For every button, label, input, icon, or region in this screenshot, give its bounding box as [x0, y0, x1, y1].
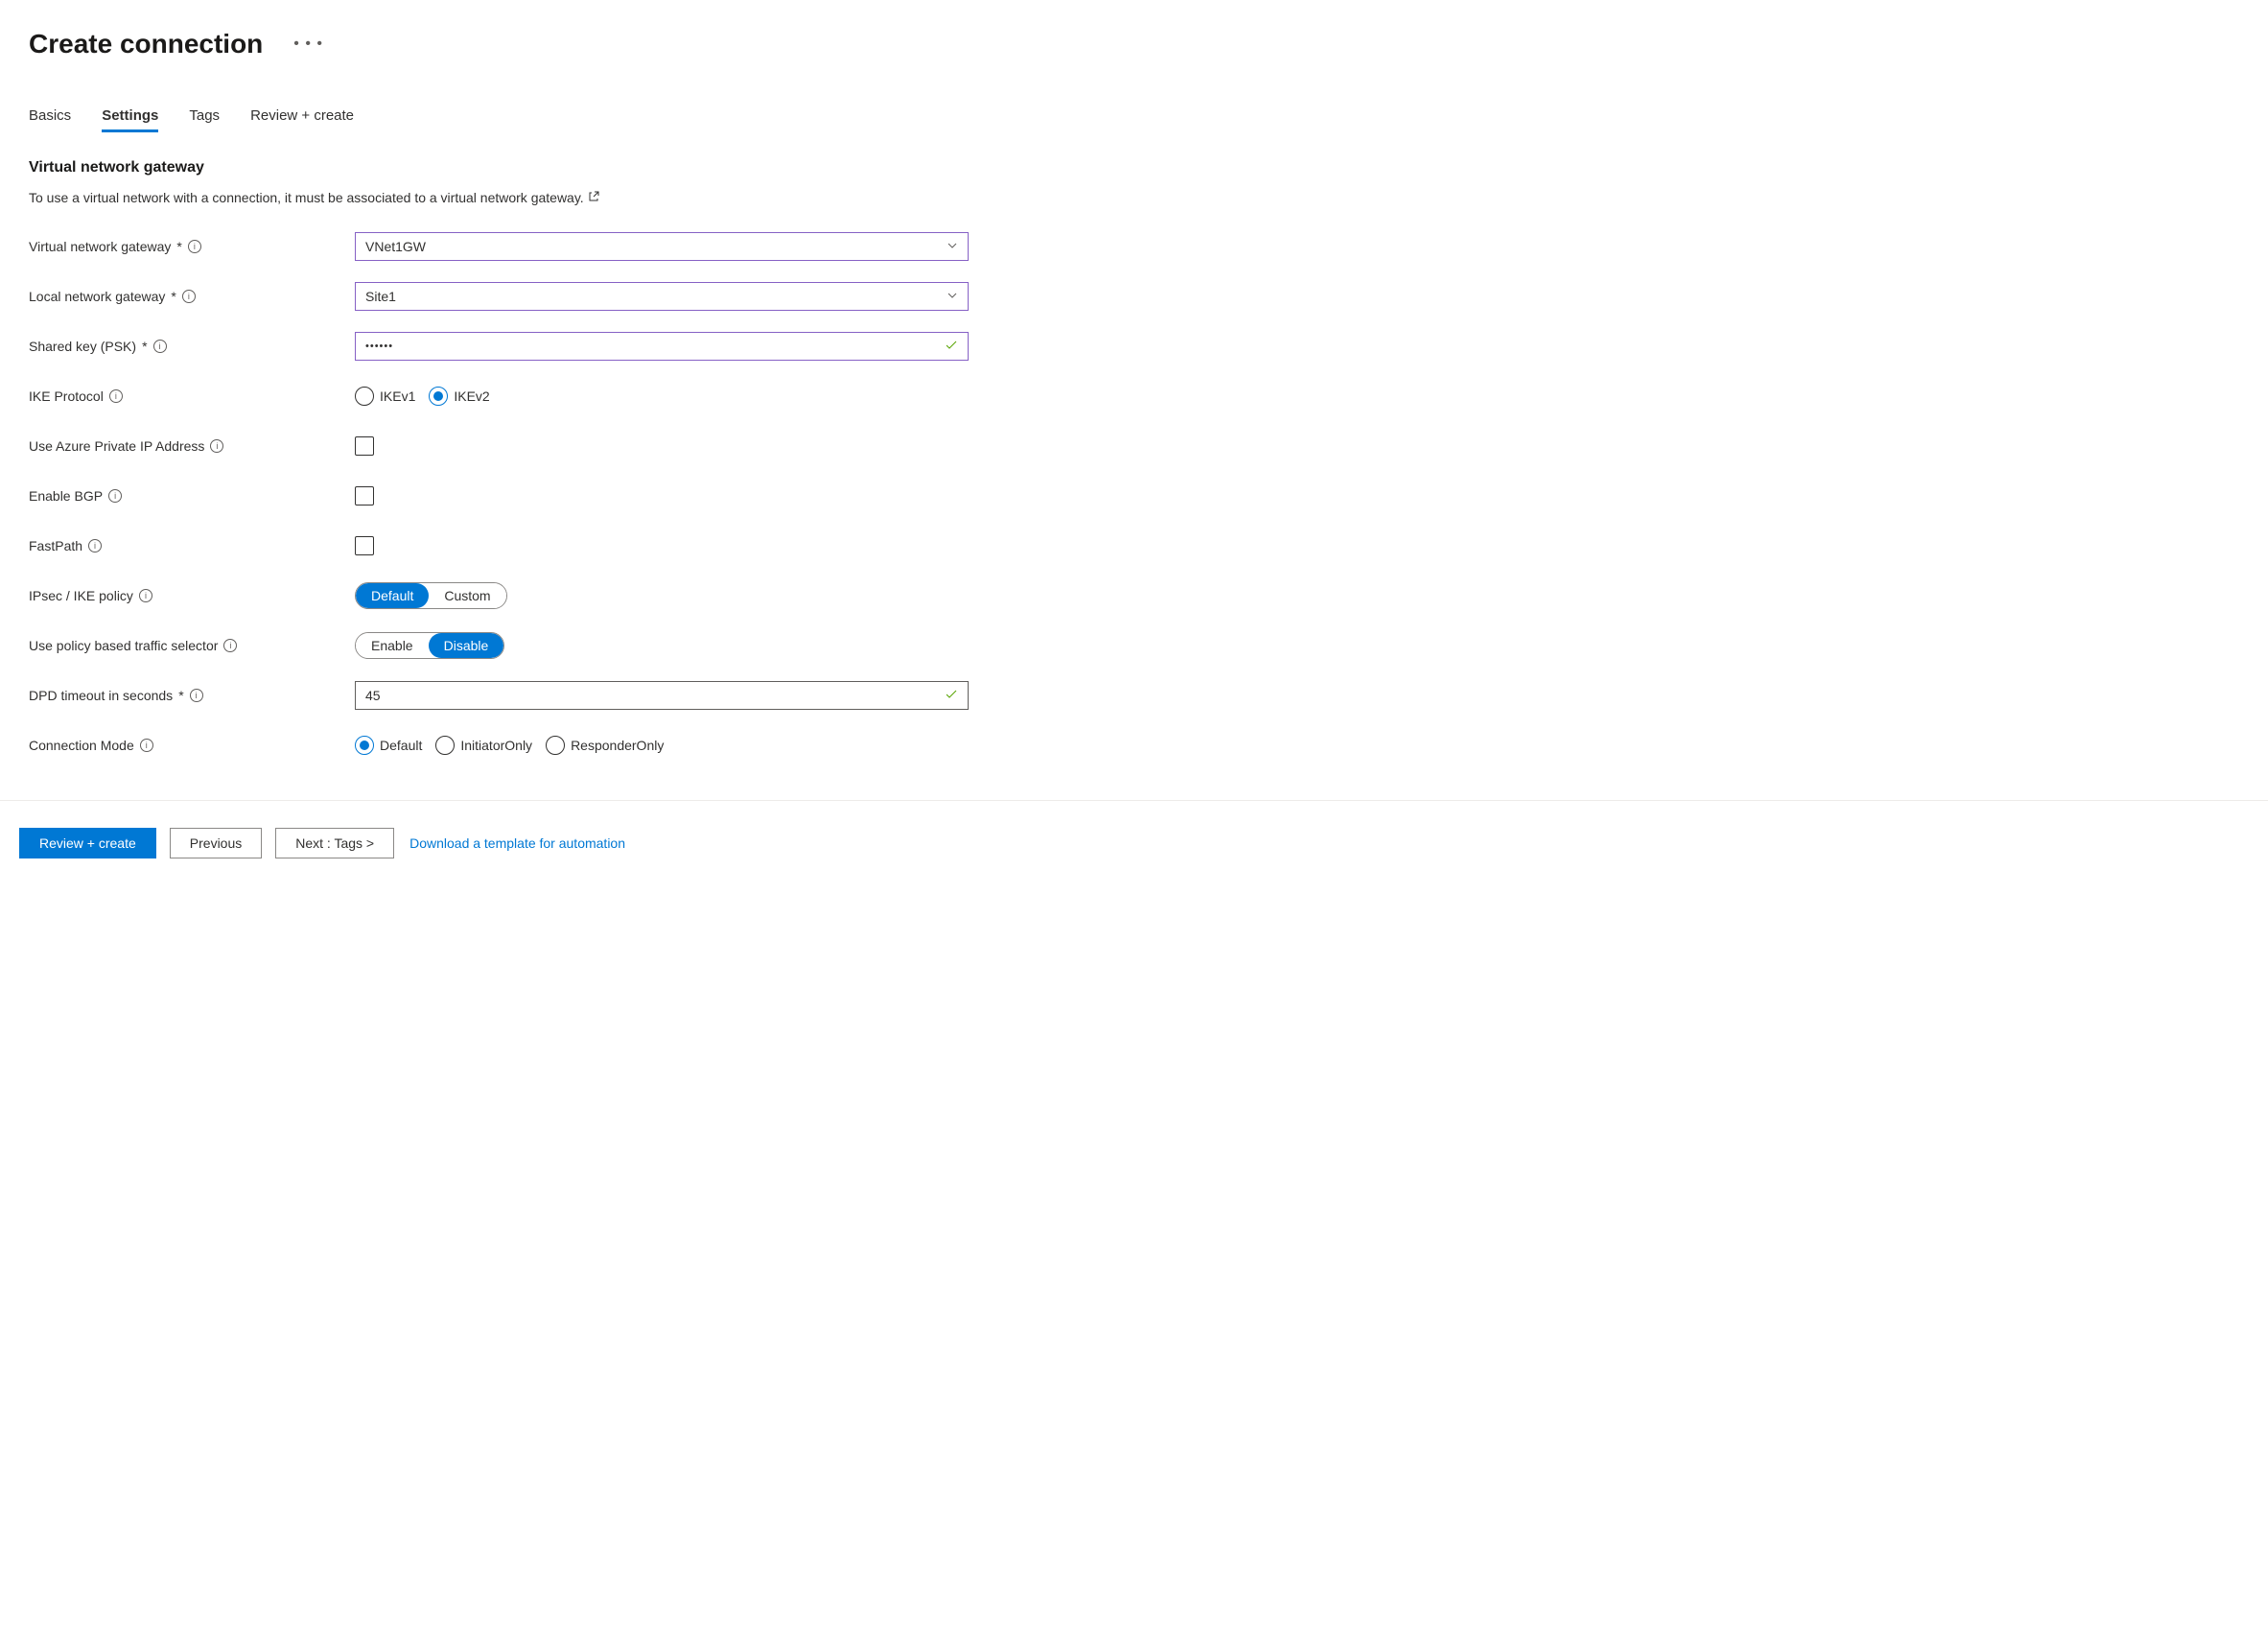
traffic-selector-toggle: Enable Disable	[355, 632, 504, 659]
info-icon[interactable]: i	[109, 389, 123, 403]
label-local-gateway: Local network gateway	[29, 289, 165, 304]
private-ip-checkbox[interactable]	[355, 436, 374, 456]
review-create-button[interactable]: Review + create	[19, 828, 156, 858]
info-icon[interactable]: i	[188, 240, 201, 253]
radio-icon	[435, 736, 455, 755]
info-icon[interactable]: i	[140, 739, 153, 752]
label-vnet-gateway: Virtual network gateway	[29, 239, 171, 254]
next-button[interactable]: Next : Tags >	[275, 828, 394, 858]
radio-icon	[355, 387, 374, 406]
vnet-gateway-select[interactable]: VNet1GW	[355, 232, 969, 261]
checkmark-icon	[945, 339, 958, 355]
required-indicator: *	[178, 688, 183, 703]
info-icon[interactable]: i	[153, 340, 167, 353]
required-indicator: *	[176, 239, 181, 254]
previous-button[interactable]: Previous	[170, 828, 262, 858]
radio-label-mode-default: Default	[380, 738, 422, 753]
info-icon[interactable]: i	[108, 489, 122, 503]
tab-basics[interactable]: Basics	[29, 107, 71, 132]
required-indicator: *	[171, 289, 175, 304]
radio-ikev1[interactable]: IKEv1	[355, 387, 415, 406]
pill-ipsec-default[interactable]: Default	[356, 583, 429, 608]
label-traffic-selector: Use policy based traffic selector	[29, 638, 218, 653]
shared-key-input[interactable]: ••••••	[355, 332, 969, 361]
radio-label-ikev2: IKEv2	[454, 388, 489, 404]
label-shared-key: Shared key (PSK)	[29, 339, 136, 354]
chevron-down-icon	[947, 239, 958, 254]
dpd-timeout-input[interactable]: 45	[355, 681, 969, 710]
label-dpd-timeout: DPD timeout in seconds	[29, 688, 173, 703]
download-template-link[interactable]: Download a template for automation	[409, 835, 625, 851]
radio-mode-responder[interactable]: ResponderOnly	[546, 736, 664, 755]
info-icon[interactable]: i	[182, 290, 196, 303]
label-ipsec-policy: IPsec / IKE policy	[29, 588, 133, 603]
footer-bar: Review + create Previous Next : Tags > D…	[0, 800, 2268, 885]
info-icon[interactable]: i	[88, 539, 102, 553]
dpd-timeout-value: 45	[365, 688, 381, 703]
section-description: To use a virtual network with a connecti…	[29, 190, 2239, 205]
radio-label-mode-responder: ResponderOnly	[571, 738, 664, 753]
radio-label-ikev1: IKEv1	[380, 388, 415, 404]
shared-key-value: ••••••	[365, 341, 393, 352]
info-icon[interactable]: i	[210, 439, 223, 453]
section-description-text: To use a virtual network with a connecti…	[29, 190, 584, 205]
checkmark-icon	[945, 688, 958, 704]
local-gateway-value: Site1	[365, 289, 396, 304]
radio-mode-initiator[interactable]: InitiatorOnly	[435, 736, 532, 755]
pill-traffic-enable[interactable]: Enable	[356, 633, 429, 658]
radio-label-mode-initiator: InitiatorOnly	[460, 738, 532, 753]
fastpath-checkbox[interactable]	[355, 536, 374, 555]
vnet-gateway-value: VNet1GW	[365, 239, 426, 254]
ipsec-policy-toggle: Default Custom	[355, 582, 507, 609]
info-icon[interactable]: i	[223, 639, 237, 652]
radio-ikev2[interactable]: IKEv2	[429, 387, 489, 406]
required-indicator: *	[142, 339, 147, 354]
more-actions-icon[interactable]: • • •	[293, 35, 323, 53]
tab-review-create[interactable]: Review + create	[250, 107, 354, 132]
pill-ipsec-custom[interactable]: Custom	[429, 583, 505, 608]
radio-mode-default[interactable]: Default	[355, 736, 422, 755]
chevron-down-icon	[947, 289, 958, 304]
label-ike-protocol: IKE Protocol	[29, 388, 104, 404]
page-title: Create connection	[29, 29, 263, 59]
radio-icon	[546, 736, 565, 755]
label-enable-bgp: Enable BGP	[29, 488, 103, 504]
enable-bgp-checkbox[interactable]	[355, 486, 374, 506]
label-fastpath: FastPath	[29, 538, 82, 553]
tab-settings[interactable]: Settings	[102, 107, 158, 132]
radio-icon	[429, 387, 448, 406]
local-gateway-select[interactable]: Site1	[355, 282, 969, 311]
pill-traffic-disable[interactable]: Disable	[429, 633, 504, 658]
section-heading: Virtual network gateway	[29, 159, 2239, 176]
external-link-icon[interactable]	[588, 190, 599, 205]
info-icon[interactable]: i	[139, 589, 152, 602]
label-private-ip: Use Azure Private IP Address	[29, 438, 204, 454]
tab-tags[interactable]: Tags	[189, 107, 220, 132]
tab-bar: Basics Settings Tags Review + create	[29, 107, 2239, 132]
radio-icon	[355, 736, 374, 755]
label-connection-mode: Connection Mode	[29, 738, 134, 753]
info-icon[interactable]: i	[190, 689, 203, 702]
